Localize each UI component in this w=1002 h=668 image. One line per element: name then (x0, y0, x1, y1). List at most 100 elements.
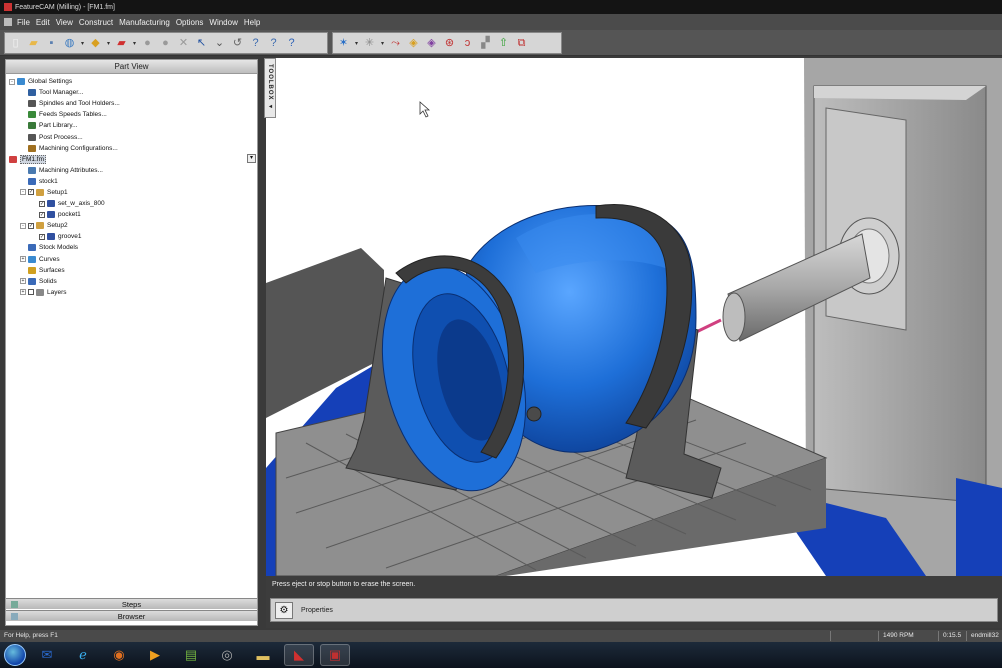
wand-icon[interactable]: ↺ (230, 36, 245, 51)
open-folder-icon[interactable]: ▰ (26, 36, 41, 51)
start-orb-icon[interactable] (4, 644, 26, 666)
properties-icon[interactable]: ⚙ (275, 602, 293, 619)
internet-explorer-icon[interactable]: ℯ (68, 644, 98, 666)
chevron-down-icon[interactable]: ▾ (106, 36, 111, 51)
star-icon[interactable]: ✶ (336, 36, 351, 51)
toolbox-tab[interactable]: TOOLBOX ◂ (264, 58, 276, 118)
steps-icon (11, 601, 18, 608)
sim-3-icon[interactable]: ▞ (478, 36, 493, 51)
windows-taskbar: ✉ ℯ ◉ ▶ ▤ ◎ ▬ ◣ ▣ (0, 642, 1002, 668)
help-query-icon[interactable]: ? (266, 36, 281, 51)
tree-item[interactable]: Surfaces (6, 265, 257, 276)
tree-item[interactable]: - ✓ Setup2 (6, 220, 257, 231)
simulate-icon[interactable]: ⊛ (442, 36, 457, 51)
tree-item[interactable]: + Solids (6, 276, 257, 287)
menu-options[interactable]: Options (173, 18, 207, 27)
eraser-icon[interactable]: ▰ (114, 36, 129, 51)
context-help-icon[interactable]: ? (248, 36, 263, 51)
globe-icon[interactable]: ◍ (62, 36, 77, 51)
menu-view[interactable]: View (53, 18, 76, 27)
tree-item-label: stock1 (39, 177, 58, 185)
sparkle-icon[interactable]: ✳ (362, 36, 377, 51)
help-icon[interactable]: ? (284, 36, 299, 51)
tab-steps[interactable]: Steps (6, 598, 257, 609)
tree-item[interactable]: Feeds Speeds Tables... (6, 109, 257, 120)
media-player-icon[interactable]: ▶ (140, 644, 170, 666)
menu-edit[interactable]: Edit (33, 18, 53, 27)
collapse-icon[interactable]: - (20, 222, 26, 229)
tree-item[interactable]: Stock Models (6, 242, 257, 253)
surface-icon (28, 266, 36, 274)
menu-construct[interactable]: Construct (76, 18, 116, 27)
feeds-icon (28, 111, 36, 119)
cross-icon[interactable]: ✕ (176, 36, 191, 51)
status-time: 0:15.5 (938, 631, 964, 641)
checkbox[interactable] (28, 289, 34, 296)
cube-a-icon[interactable]: ◈ (406, 36, 421, 51)
collapse-icon[interactable]: - (20, 189, 26, 196)
tree-item[interactable]: FM1.fm (6, 154, 257, 165)
checkbox[interactable]: ✓ (39, 233, 45, 240)
properties-label[interactable]: Properties (301, 607, 333, 614)
toolpath-icon[interactable]: ⤳ (388, 36, 403, 51)
globe-icon (17, 78, 25, 86)
tree-item[interactable]: - Global Settings (6, 76, 257, 87)
notepad-icon[interactable]: ▤ (176, 644, 206, 666)
chevron-down-icon[interactable]: ▾ (354, 36, 359, 51)
tree-item[interactable]: Machining Attributes... (6, 165, 257, 176)
sim-5-icon[interactable]: ⧉ (514, 36, 529, 51)
tree-item[interactable]: - ✓ Setup1 (6, 187, 257, 198)
tree-item-label: Feeds Speeds Tables... (39, 111, 107, 119)
expand-icon[interactable]: + (20, 289, 26, 296)
clamp-bolt (526, 406, 542, 422)
menu-file[interactable]: File (14, 18, 33, 27)
tree-item[interactable]: Tool Manager... (6, 87, 257, 98)
checkbox[interactable]: ✓ (39, 200, 45, 207)
disk-utility-icon[interactable]: ◎ (212, 644, 242, 666)
tree-item[interactable]: Machining Configurations... (6, 143, 257, 154)
sim-2-icon[interactable]: ↄ (460, 36, 475, 51)
tree-dropdown-button[interactable]: ▾ (247, 154, 256, 163)
tree-item[interactable]: ✓ set_w_axis_800 (6, 198, 257, 209)
save-icon[interactable]: ▪ (44, 36, 59, 51)
cube-b-icon[interactable]: ◈ (424, 36, 439, 51)
graphics-viewport[interactable] (266, 58, 1002, 576)
menu-window[interactable]: Window (206, 18, 240, 27)
tab-browser[interactable]: Browser (6, 610, 257, 621)
cursor-drop-icon[interactable]: ⌄ (212, 36, 227, 51)
expand-icon[interactable]: + (20, 278, 26, 285)
checkbox[interactable]: ✓ (39, 211, 45, 218)
shading-icon[interactable]: ◆ (88, 36, 103, 51)
select-pointer-icon[interactable]: ↖ (194, 36, 209, 51)
chevron-down-icon[interactable]: ▾ (132, 36, 137, 51)
tree-item[interactable]: ✓ groove1 (6, 231, 257, 242)
featurecam-icon[interactable]: ◣ (284, 644, 314, 666)
menu-help[interactable]: Help (241, 18, 263, 27)
firefox-icon[interactable]: ◉ (104, 644, 134, 666)
tree-item[interactable]: stock1 (6, 176, 257, 187)
tree-item[interactable]: + Layers (6, 287, 257, 298)
tool-manager-icon (28, 89, 36, 97)
tree-item[interactable]: Post Process... (6, 131, 257, 142)
tree-item[interactable]: Spindles and Tool Holders... (6, 98, 257, 109)
checkbox[interactable]: ✓ (28, 222, 34, 229)
menu-manufacturing[interactable]: Manufacturing (116, 18, 173, 27)
file-icon (9, 155, 17, 163)
new-file-icon[interactable]: ▯ (8, 36, 23, 51)
tree-item[interactable]: Part Library... (6, 120, 257, 131)
tree-item-label: Stock Models (39, 244, 79, 252)
sim-4-icon[interactable]: ⇧ (496, 36, 511, 51)
expand-icon[interactable]: + (20, 256, 26, 263)
tree-item[interactable]: ✓ pocket1 (6, 209, 257, 220)
adobe-pdf-icon[interactable]: ▣ (320, 644, 350, 666)
explorer-icon[interactable]: ▬ (248, 644, 278, 666)
circle-b-icon[interactable]: ● (158, 36, 173, 51)
collapse-icon[interactable]: - (9, 78, 15, 85)
chevron-down-icon[interactable]: ▾ (80, 36, 85, 51)
checkbox[interactable]: ✓ (28, 189, 34, 196)
chevron-down-icon[interactable]: ▾ (380, 36, 385, 51)
document-icon[interactable] (4, 18, 12, 26)
outlook-icon[interactable]: ✉ (32, 644, 62, 666)
circle-a-icon[interactable]: ● (140, 36, 155, 51)
tree-item[interactable]: + Curves (6, 254, 257, 265)
